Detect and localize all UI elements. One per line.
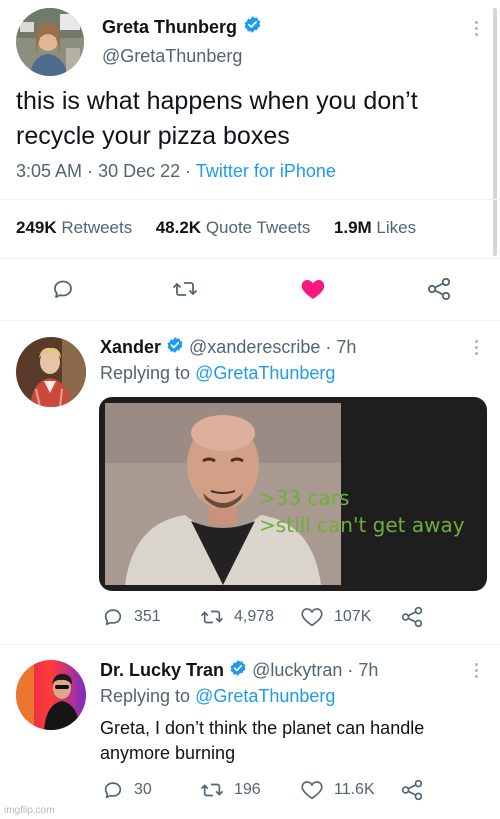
reply-count: 351 bbox=[134, 608, 161, 625]
meta-separator: · bbox=[87, 161, 94, 181]
lucky-tran-avatar[interactable] bbox=[16, 660, 86, 730]
share-icon[interactable] bbox=[400, 779, 424, 806]
verified-badge-icon bbox=[243, 15, 262, 39]
more-icon[interactable] bbox=[473, 21, 479, 36]
likes-stat[interactable]: 1.9M Likes bbox=[334, 218, 416, 237]
reply1-reply-action[interactable]: 351 bbox=[102, 606, 161, 628]
meme-caption-line: >still can't get away bbox=[259, 513, 465, 537]
retweet-count: 196 bbox=[234, 781, 261, 798]
reply1-like-action[interactable]: 107K bbox=[300, 606, 371, 628]
main-tweet-text: this is what happens when you don’t recy… bbox=[16, 84, 418, 154]
reply2-author-handle[interactable]: @luckytran bbox=[252, 660, 342, 681]
retweets-count: 249K bbox=[16, 218, 57, 237]
reply-icon[interactable] bbox=[51, 277, 75, 306]
replying-to-link[interactable]: @GretaThunberg bbox=[195, 363, 335, 383]
xander-avatar[interactable] bbox=[16, 337, 86, 407]
retweet-icon bbox=[200, 779, 224, 801]
main-author-name[interactable]: Greta Thunberg bbox=[102, 17, 237, 38]
reply2-reply-action[interactable]: 30 bbox=[102, 779, 152, 801]
meme-caption-line: >33 cars bbox=[259, 486, 350, 510]
quotes-stat[interactable]: 48.2K Quote Tweets bbox=[156, 218, 311, 237]
meta-separator: · bbox=[185, 161, 192, 181]
replying-to-prefix: Replying to bbox=[100, 363, 191, 383]
meme-caption: >33 cars >still can't get away bbox=[259, 485, 465, 539]
quotes-count: 48.2K bbox=[155, 218, 202, 237]
greta-avatar[interactable] bbox=[16, 8, 84, 76]
reply-count: 30 bbox=[134, 781, 152, 798]
retweets-label: Retweets bbox=[61, 218, 133, 237]
reply2-like-action[interactable]: 11.6K bbox=[300, 779, 375, 801]
retweet-count: 4,978 bbox=[234, 608, 275, 625]
replying-to-prefix: Replying to bbox=[100, 686, 191, 706]
reply1-retweet-action[interactable]: 4,978 bbox=[200, 606, 274, 628]
main-author-handle[interactable]: @GretaThunberg bbox=[102, 46, 242, 67]
like-icon bbox=[300, 779, 324, 801]
retweets-stat[interactable]: 249K Retweets bbox=[16, 218, 132, 237]
retweet-icon bbox=[200, 606, 224, 628]
main-tweet-text-line: recycle your pizza boxes bbox=[16, 122, 290, 150]
tweet-date[interactable]: 30 Dec 22 bbox=[98, 161, 180, 181]
main-tweet-text-line: this is what happens when you don’t bbox=[16, 87, 418, 115]
reply2-retweet-action[interactable]: 196 bbox=[200, 779, 261, 801]
more-icon[interactable] bbox=[473, 340, 479, 355]
reply-icon bbox=[102, 606, 124, 628]
share-icon[interactable] bbox=[400, 606, 424, 633]
imgflip-watermark: imgflip.com bbox=[4, 805, 55, 816]
reply2-age[interactable]: · 7h bbox=[347, 660, 378, 681]
reply1-media[interactable]: >33 cars >still can't get away bbox=[99, 397, 487, 591]
verified-badge-icon bbox=[166, 336, 184, 359]
likes-label: Likes bbox=[376, 218, 417, 237]
retweet-icon[interactable] bbox=[172, 277, 198, 306]
reply1-author-handle[interactable]: @xanderescribe bbox=[189, 337, 320, 358]
likes-count: 1.9M bbox=[333, 218, 372, 237]
like-count: 11.6K bbox=[334, 781, 375, 798]
tweet-time[interactable]: 3:05 AM bbox=[16, 161, 82, 181]
tweet-source[interactable]: Twitter for iPhone bbox=[196, 161, 336, 181]
reply-icon bbox=[102, 779, 124, 801]
like-icon[interactable] bbox=[300, 277, 326, 306]
reply2-text: Greta, I don’t think the planet can hand… bbox=[100, 716, 424, 766]
share-icon[interactable] bbox=[426, 277, 452, 306]
scrollbar[interactable] bbox=[493, 8, 497, 256]
reply2-author-name[interactable]: Dr. Lucky Tran bbox=[100, 660, 224, 681]
reply2-text-line: Greta, I don’t think the planet can hand… bbox=[100, 718, 425, 738]
reply1-age[interactable]: · 7h bbox=[325, 337, 356, 358]
verified-badge-icon bbox=[229, 659, 247, 682]
engagement-stats: 249K Retweets 48.2K Quote Tweets 1.9M Li… bbox=[16, 218, 416, 238]
like-icon bbox=[300, 606, 324, 628]
reply2-text-line: anymore burning bbox=[100, 743, 236, 763]
like-count: 107K bbox=[334, 608, 372, 625]
reply2-replying-to: Replying to @GretaThunberg bbox=[100, 686, 335, 707]
reply1-author-name[interactable]: Xander bbox=[100, 337, 161, 358]
more-icon[interactable] bbox=[473, 663, 479, 678]
replying-to-link[interactable]: @GretaThunberg bbox=[195, 686, 335, 706]
quotes-label: Quote Tweets bbox=[205, 218, 311, 237]
tweet-meta: 3:05 AM · 30 Dec 22 · Twitter for iPhone bbox=[16, 161, 336, 182]
reply1-replying-to: Replying to @GretaThunberg bbox=[100, 363, 335, 384]
